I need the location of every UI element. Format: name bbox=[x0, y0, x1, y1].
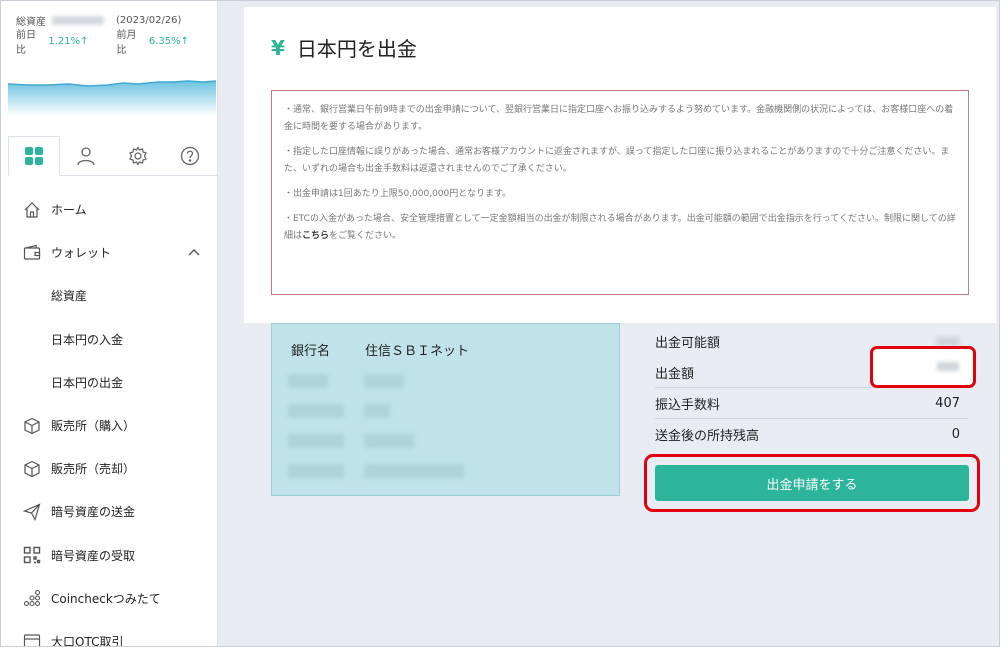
qr-code-icon bbox=[23, 546, 41, 564]
fee-label: 振込手数料 bbox=[655, 397, 721, 413]
otc-icon bbox=[23, 632, 41, 647]
sidebar-item-label: 総資産 bbox=[51, 289, 88, 304]
sidebar-item-jpy-withdraw[interactable]: 日本円の出金 bbox=[0, 361, 217, 404]
sidebar-item-tsumitate[interactable]: Coincheckつみたて bbox=[0, 577, 217, 620]
chevron-up-icon bbox=[188, 245, 200, 259]
fee-value: 407 bbox=[935, 395, 960, 411]
asset-date: (2023/02/26) bbox=[116, 14, 182, 26]
notice-paragraph-2: ・指定した口座情報に誤りがあった場合、通常お客様アカウントに返金されますが、誤っ… bbox=[284, 147, 950, 174]
balance-label: 送金後の所持残高 bbox=[655, 429, 760, 444]
tab-user[interactable] bbox=[60, 136, 112, 176]
grid-icon bbox=[25, 147, 43, 165]
blurred-value bbox=[364, 434, 414, 448]
notice-paragraph-4: ・ETCの入金があった場合、安全管理措置として一定金額相当の出金が制限される場合… bbox=[284, 211, 956, 245]
sidebar-item-wallet[interactable]: ウォレット bbox=[0, 231, 217, 274]
withdraw-summary: 出金可能額 出金額 振込手数料 407 送金後の所持残高 0 bbox=[655, 326, 968, 450]
month-change-value: 6.35%↑ bbox=[148, 35, 189, 47]
fee-row: 振込手数料 407 bbox=[655, 388, 968, 419]
notice-box: ・通常、銀行営業日午前9時までの出金申請について、翌銀行営業日に指定口座へお振り… bbox=[271, 90, 969, 295]
blurred-label bbox=[288, 464, 344, 478]
sidebar-item-label: 日本円の出金 bbox=[51, 375, 124, 390]
sidebar-item-label: 販売所（購入） bbox=[51, 419, 136, 434]
balance-value: 0 bbox=[951, 427, 960, 442]
sidebar-item-otc[interactable]: 大口OTC取引 bbox=[0, 620, 217, 647]
submit-highlight: 出金申請をする bbox=[644, 454, 980, 512]
bank-name-label: 銀行名 bbox=[291, 344, 331, 359]
tab-settings[interactable] bbox=[112, 136, 164, 176]
blurred-value bbox=[364, 464, 464, 478]
user-icon bbox=[77, 147, 95, 166]
amount-label: 出金額 bbox=[655, 366, 695, 382]
sidebar-item-label: 暗号資産の送金 bbox=[51, 505, 136, 520]
blurred-value bbox=[364, 404, 390, 418]
bank-detail-row bbox=[288, 464, 464, 478]
available-value-blurred bbox=[936, 337, 960, 346]
notice-paragraph-3: ・出金申請は1回あたり上限50,000,000円となります。 bbox=[284, 189, 512, 199]
box-icon bbox=[23, 417, 41, 435]
bank-name-value: 住信ＳＢＩネット bbox=[365, 344, 470, 359]
sidebar-item-jpy-deposit[interactable]: 日本円の入金 bbox=[0, 318, 217, 361]
asset-sparkline bbox=[8, 80, 216, 116]
sidebar-item-send[interactable]: 暗号資産の送金 bbox=[0, 490, 217, 533]
sidebar-item-label: 大口OTC取引 bbox=[51, 634, 124, 647]
submit-withdraw-button[interactable]: 出金申請をする bbox=[655, 465, 969, 501]
amount-value-blurred bbox=[937, 362, 959, 371]
yen-icon: ¥ bbox=[271, 35, 285, 60]
box-icon bbox=[23, 460, 41, 478]
sidebar-item-label: 販売所（売却） bbox=[51, 462, 136, 477]
notice-text: をご覧ください。 bbox=[329, 231, 402, 241]
withdraw-notice-card: ¥ 日本円を出金 ・通常、銀行営業日午前9時までの出金申請について、翌銀行営業日… bbox=[244, 7, 996, 323]
sidebar-item-buy[interactable]: 販売所（購入） bbox=[0, 404, 217, 447]
gear-icon bbox=[129, 146, 147, 166]
sidebar-item-label: ウォレット bbox=[51, 246, 112, 261]
tab-help[interactable] bbox=[164, 136, 216, 176]
blurred-value bbox=[364, 374, 404, 388]
details-link[interactable]: こちら bbox=[302, 231, 329, 241]
wallet-icon bbox=[23, 244, 41, 262]
amount-input[interactable] bbox=[870, 346, 976, 388]
blurred-label bbox=[288, 404, 344, 418]
home-icon bbox=[23, 201, 41, 219]
bank-detail-row bbox=[288, 374, 404, 388]
page-title-text: 日本円を出金 bbox=[296, 37, 417, 61]
page-title: ¥ 日本円を出金 bbox=[271, 33, 417, 62]
day-change-label: 前日比 bbox=[16, 30, 36, 56]
sidebar-item-home[interactable]: ホーム bbox=[0, 188, 217, 231]
sidebar-nav: ホーム ウォレット 総資産 日本円の入金 日本円の出金 販売所（購入） 販売所（… bbox=[0, 188, 217, 647]
sidebar-item-label: ホーム bbox=[51, 203, 87, 218]
sidebar-item-total-assets[interactable]: 総資産 bbox=[0, 274, 217, 317]
help-icon bbox=[180, 146, 200, 166]
blurred-label bbox=[288, 434, 344, 448]
total-assets-value-blurred bbox=[52, 15, 104, 25]
notice-paragraph-1: ・通常、銀行営業日午前9時までの出金申請について、翌銀行営業日に指定口座へお振り… bbox=[284, 105, 954, 132]
sidebar-icon-tabs bbox=[8, 136, 217, 176]
sidebar-item-label: 暗号資産の受取 bbox=[51, 548, 136, 563]
sidebar-item-label: 日本円の入金 bbox=[51, 332, 124, 347]
bank-name-row: 銀行名 住信ＳＢＩネット bbox=[291, 340, 469, 359]
sidebar: 総資産 (2023/02/26) 前日比 1.21%↑ 前月比 6.35%↑ ホ… bbox=[0, 0, 218, 647]
month-change-label: 前月比 bbox=[116, 30, 137, 56]
paper-plane-icon bbox=[23, 503, 41, 521]
asset-summary: 総資産 (2023/02/26) 前日比 1.21%↑ 前月比 6.35%↑ bbox=[0, 0, 217, 57]
sidebar-item-label: Coincheckつみたて bbox=[51, 591, 161, 606]
day-change-value: 1.21%↑ bbox=[48, 35, 89, 47]
bank-account-panel: 銀行名 住信ＳＢＩネット bbox=[271, 323, 620, 496]
blurred-label bbox=[288, 374, 328, 388]
bank-detail-row bbox=[288, 404, 390, 418]
available-label: 出金可能額 bbox=[655, 336, 721, 351]
bank-detail-row bbox=[288, 434, 414, 448]
sidebar-item-sell[interactable]: 販売所（売却） bbox=[0, 447, 217, 490]
balance-row: 送金後の所持残高 0 bbox=[655, 419, 968, 450]
tab-dashboard[interactable] bbox=[8, 136, 60, 176]
coins-stack-icon bbox=[23, 589, 41, 607]
sidebar-item-receive[interactable]: 暗号資産の受取 bbox=[0, 534, 217, 577]
